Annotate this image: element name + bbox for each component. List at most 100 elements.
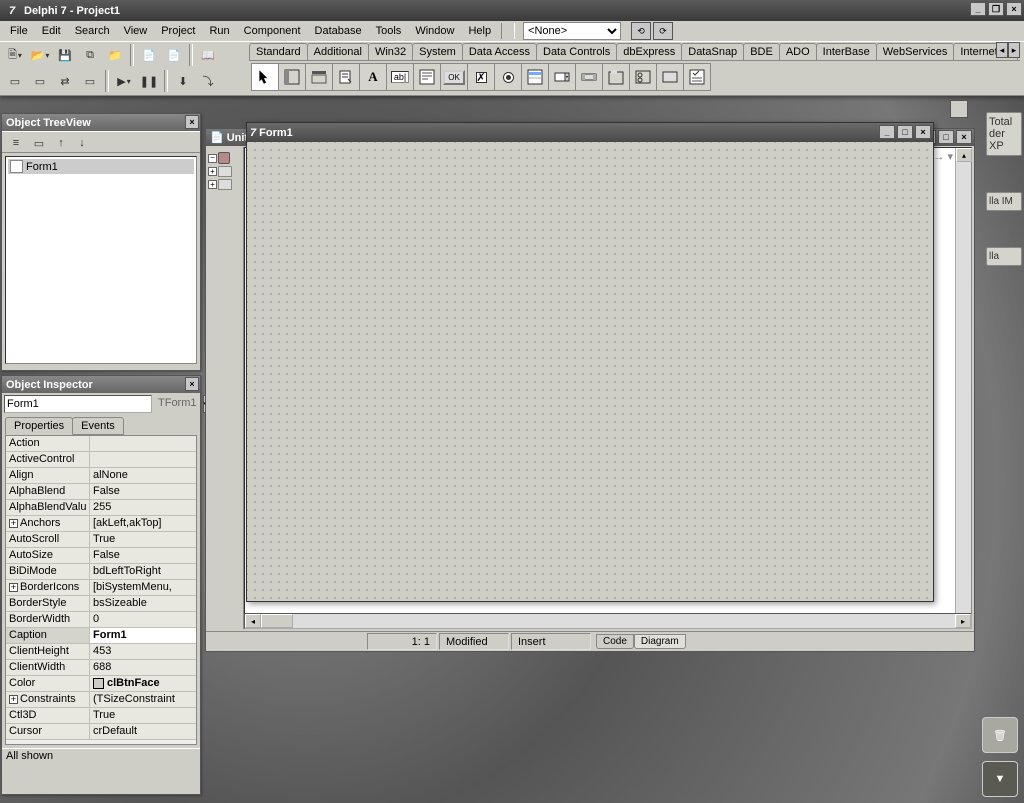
run-button[interactable]: ▶▾ <box>113 70 135 92</box>
config-dropdown[interactable]: <None> <box>523 22 621 40</box>
explorer-folder1[interactable]: + <box>208 165 242 178</box>
button-component[interactable]: OK <box>440 63 468 91</box>
property-value[interactable]: False <box>90 484 196 499</box>
property-row[interactable]: AlphaBlendFalse <box>6 484 196 500</box>
menu-component[interactable]: Component <box>238 23 307 39</box>
tab-system[interactable]: System <box>412 43 463 61</box>
property-value[interactable]: bdLeftToRight <box>90 564 196 579</box>
tab-properties[interactable]: Properties <box>5 417 73 435</box>
treeview-body[interactable]: Form1 <box>5 156 197 364</box>
scroll-left-icon[interactable]: ◂ <box>245 614 261 628</box>
menu-edit[interactable]: Edit <box>36 23 67 39</box>
tab-events[interactable]: Events <box>72 417 124 435</box>
form-maximize-button[interactable]: □ <box>897 125 913 139</box>
tab-additional[interactable]: Additional <box>307 43 369 61</box>
property-value[interactable]: Form1 <box>90 628 196 643</box>
step-over-button[interactable]: ⤵ <box>197 70 219 92</box>
property-value[interactable]: (TSizeConstraint <box>90 692 196 707</box>
property-row[interactable]: CaptionForm1 <box>6 628 196 644</box>
minimize-button[interactable]: _ <box>970 2 986 16</box>
property-row[interactable]: BorderStylebsSizeable <box>6 596 196 612</box>
title-bar[interactable]: 7 Delphi 7 - Project1 _ ❐ × <box>0 0 1024 21</box>
new-form-button[interactable]: ▭ <box>79 70 101 92</box>
property-row[interactable]: +Anchors[akLeft,akTop] <box>6 516 196 532</box>
tool-icon-2[interactable]: ⟳ <box>653 22 673 40</box>
property-row[interactable]: ActiveControl <box>6 452 196 468</box>
property-value[interactable]: 0 <box>90 612 196 627</box>
trace-into-button[interactable]: ⬇ <box>172 70 194 92</box>
frames-component[interactable] <box>278 63 306 91</box>
combobox-component[interactable] <box>548 63 576 91</box>
tab-ado[interactable]: ADO <box>779 43 817 61</box>
new-button[interactable]: 🗎▾ <box>4 44 26 66</box>
nav-arrows[interactable]: → ▾ <box>933 150 953 163</box>
property-row[interactable]: BiDiModebdLeftToRight <box>6 564 196 580</box>
property-row[interactable]: ClientHeight453 <box>6 644 196 660</box>
horizontal-scrollbar[interactable]: ◂ ▸ <box>244 613 972 629</box>
property-value[interactable]: 255 <box>90 500 196 515</box>
explorer-folder2[interactable]: + <box>208 178 242 191</box>
tab-scroll-left[interactable]: ◂ <box>996 42 1008 58</box>
property-value[interactable] <box>90 436 196 451</box>
taskbar-item-lla[interactable]: lla <box>986 247 1022 266</box>
tab-code[interactable]: Code <box>596 634 634 649</box>
remove-file-button[interactable]: 📄 <box>163 44 185 66</box>
property-value[interactable]: alNone <box>90 468 196 483</box>
property-row[interactable]: ClientWidth688 <box>6 660 196 676</box>
menu-run[interactable]: Run <box>203 23 235 39</box>
form-minimize-button[interactable]: _ <box>879 125 895 139</box>
inspector-object-name[interactable] <box>4 395 152 413</box>
property-value[interactable]: [akLeft,akTop] <box>90 516 196 531</box>
tab-webservices[interactable]: WebServices <box>876 43 955 61</box>
scroll-up-icon[interactable]: ▴ <box>956 148 972 162</box>
mainmenu-component[interactable] <box>305 63 333 91</box>
form-close-button[interactable]: × <box>915 125 931 139</box>
property-row[interactable]: +Constraints(TSizeConstraint <box>6 692 196 708</box>
property-value[interactable]: 688 <box>90 660 196 675</box>
property-row[interactable]: ColorclBtnFace <box>6 676 196 692</box>
vertical-scrollbar[interactable]: ▴ ▾ <box>955 148 971 628</box>
pointer-tool[interactable] <box>251 63 279 91</box>
tree-item-icon[interactable]: ▭ <box>29 134 49 152</box>
view-unit-button[interactable]: ▭ <box>4 70 26 92</box>
tab-diagram[interactable]: Diagram <box>634 634 686 649</box>
form-designer-window[interactable]: 7 Form1 _ □ × <box>246 122 934 602</box>
tab-bde[interactable]: BDE <box>743 43 780 61</box>
property-row[interactable]: CursorcrDefault <box>6 724 196 740</box>
menu-database[interactable]: Database <box>309 23 368 39</box>
property-value[interactable]: 453 <box>90 644 196 659</box>
tree-up-icon[interactable]: ↑ <box>52 134 70 152</box>
property-row[interactable]: AutoSizeFalse <box>6 548 196 564</box>
popupmenu-component[interactable] <box>332 63 360 91</box>
menu-file[interactable]: File <box>4 23 34 39</box>
property-value[interactable]: True <box>90 532 196 547</box>
toggle-button[interactable]: ⇄ <box>54 70 76 92</box>
tab-data-access[interactable]: Data Access <box>462 43 537 61</box>
groupbox-component[interactable] <box>602 63 630 91</box>
explorer-root[interactable]: − <box>208 151 242 165</box>
tab-datasnap[interactable]: DataSnap <box>681 43 744 61</box>
help-button[interactable]: 📖 <box>197 44 219 66</box>
tool-icon-1[interactable]: ⟲ <box>631 22 651 40</box>
tab-scroll-right[interactable]: ▸ <box>1008 42 1020 58</box>
menu-view[interactable]: View <box>118 23 154 39</box>
property-value[interactable]: crDefault <box>90 724 196 739</box>
property-value[interactable]: False <box>90 548 196 563</box>
treeview-close-button[interactable]: × <box>185 115 199 129</box>
menu-help[interactable]: Help <box>462 23 497 39</box>
floating-tool-icon[interactable] <box>950 100 968 118</box>
scroll-thumb[interactable] <box>261 614 293 628</box>
inspector-title-bar[interactable]: Object Inspector × <box>2 376 200 393</box>
restore-button[interactable]: ❐ <box>988 2 1004 16</box>
menu-project[interactable]: Project <box>155 23 201 39</box>
property-row[interactable]: AlphaBlendValu255 <box>6 500 196 516</box>
tab-data-controls[interactable]: Data Controls <box>536 43 617 61</box>
property-value[interactable]: bsSizeable <box>90 596 196 611</box>
expand-icon[interactable]: + <box>9 519 18 528</box>
listbox-component[interactable] <box>521 63 549 91</box>
property-row[interactable]: AlignalNone <box>6 468 196 484</box>
pause-button[interactable]: ❚❚ <box>138 70 160 92</box>
open-button[interactable]: 📂▾ <box>29 44 51 66</box>
shield-icon[interactable]: ▼ <box>982 761 1018 797</box>
add-file-button[interactable]: 📄 <box>138 44 160 66</box>
